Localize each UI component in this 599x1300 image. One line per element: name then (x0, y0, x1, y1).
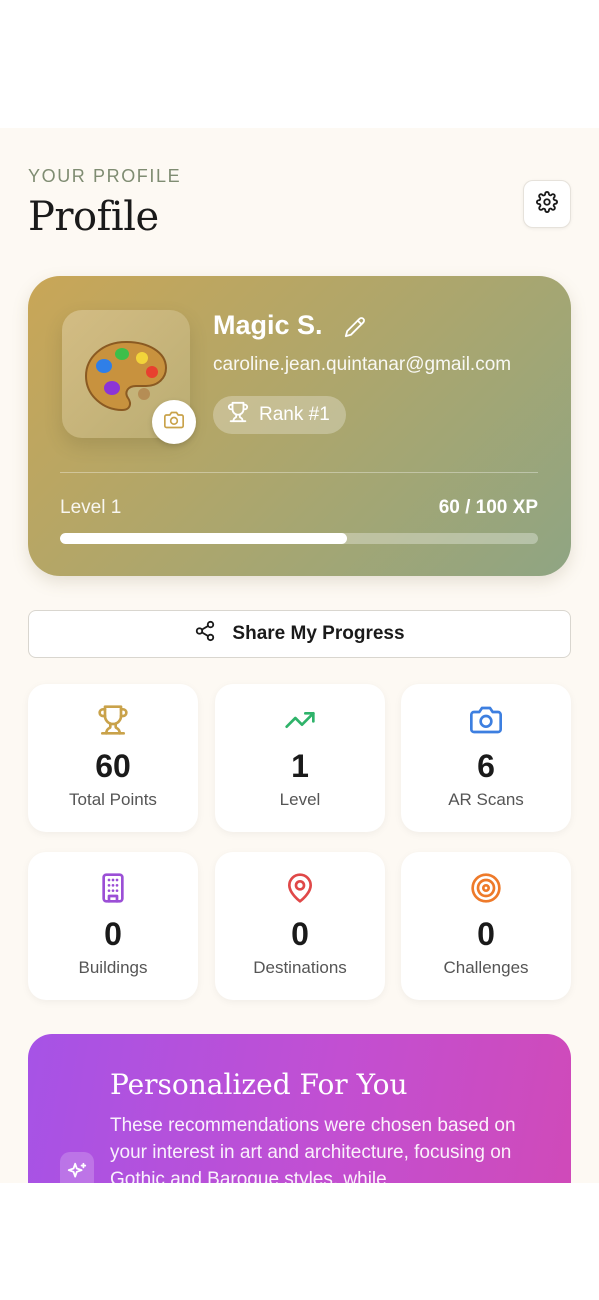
share-icon (194, 620, 216, 648)
gear-icon (536, 190, 558, 218)
recommendations-card[interactable]: Personalized For You These recommendatio… (28, 1034, 571, 1183)
user-email: caroline.jean.quintanar@gmail.com (213, 354, 512, 375)
camera-icon (470, 704, 502, 741)
stat-value: 0 (291, 916, 309, 952)
stat-label: Total Points (69, 790, 157, 809)
trophy-icon (227, 401, 249, 429)
trending-up-icon (284, 704, 316, 741)
building-icon (97, 872, 129, 909)
recommendations-title: Personalized For You (110, 1068, 408, 1101)
profile-card: Magic S. caroline.jean.quintanar@gmail.c… (28, 276, 571, 576)
sparkles-icon (60, 1152, 94, 1183)
stat-card-ar-scans[interactable]: 6 AR Scans (401, 684, 571, 832)
xp-progress-fill (60, 533, 347, 544)
edit-name-button[interactable] (344, 316, 366, 343)
stat-value: 1 (291, 748, 309, 784)
stat-label: Destinations (253, 958, 347, 977)
stat-label: Level (279, 790, 321, 809)
page-title: Profile (28, 194, 159, 240)
stat-label: AR Scans (448, 790, 524, 809)
stat-card-challenges[interactable]: 0 Challenges (401, 852, 571, 1000)
section-eyebrow: YOUR PROFILE (28, 166, 182, 186)
settings-button[interactable] (523, 180, 571, 228)
stat-label: Buildings (78, 958, 148, 977)
stat-card-total-points[interactable]: 60 Total Points (28, 684, 198, 832)
recommendations-text: These recommendations were chosen based … (110, 1115, 516, 1183)
pencil-icon (344, 317, 366, 342)
rank-badge: Rank #1 (213, 396, 346, 434)
level-label: Level 1 (60, 497, 122, 518)
stat-value: 6 (477, 748, 495, 784)
stat-label: Challenges (443, 958, 529, 977)
card-divider (60, 472, 538, 473)
trophy-icon (97, 704, 129, 741)
stat-value: 60 (95, 748, 131, 784)
stat-card-destinations[interactable]: 0 Destinations (215, 852, 385, 1000)
camera-icon (164, 410, 184, 435)
stat-value: 0 (104, 916, 122, 952)
stat-card-level[interactable]: 1 Level (215, 684, 385, 832)
xp-progress-bar (60, 533, 538, 544)
user-name: Magic S. (213, 310, 323, 340)
map-pin-icon (284, 872, 316, 909)
stat-value: 0 (477, 916, 495, 952)
stat-card-buildings[interactable]: 0 Buildings (28, 852, 198, 1000)
xp-label: 60 / 100 XP (438, 497, 538, 518)
target-icon (470, 872, 502, 909)
rank-label: Rank #1 (259, 404, 330, 425)
profile-screen: YOUR PROFILE Profile Magic S. caroline.j… (0, 128, 599, 1183)
share-label: Share My Progress (232, 623, 405, 644)
change-photo-button[interactable] (152, 400, 196, 444)
share-progress-button[interactable]: Share My Progress (28, 610, 571, 658)
